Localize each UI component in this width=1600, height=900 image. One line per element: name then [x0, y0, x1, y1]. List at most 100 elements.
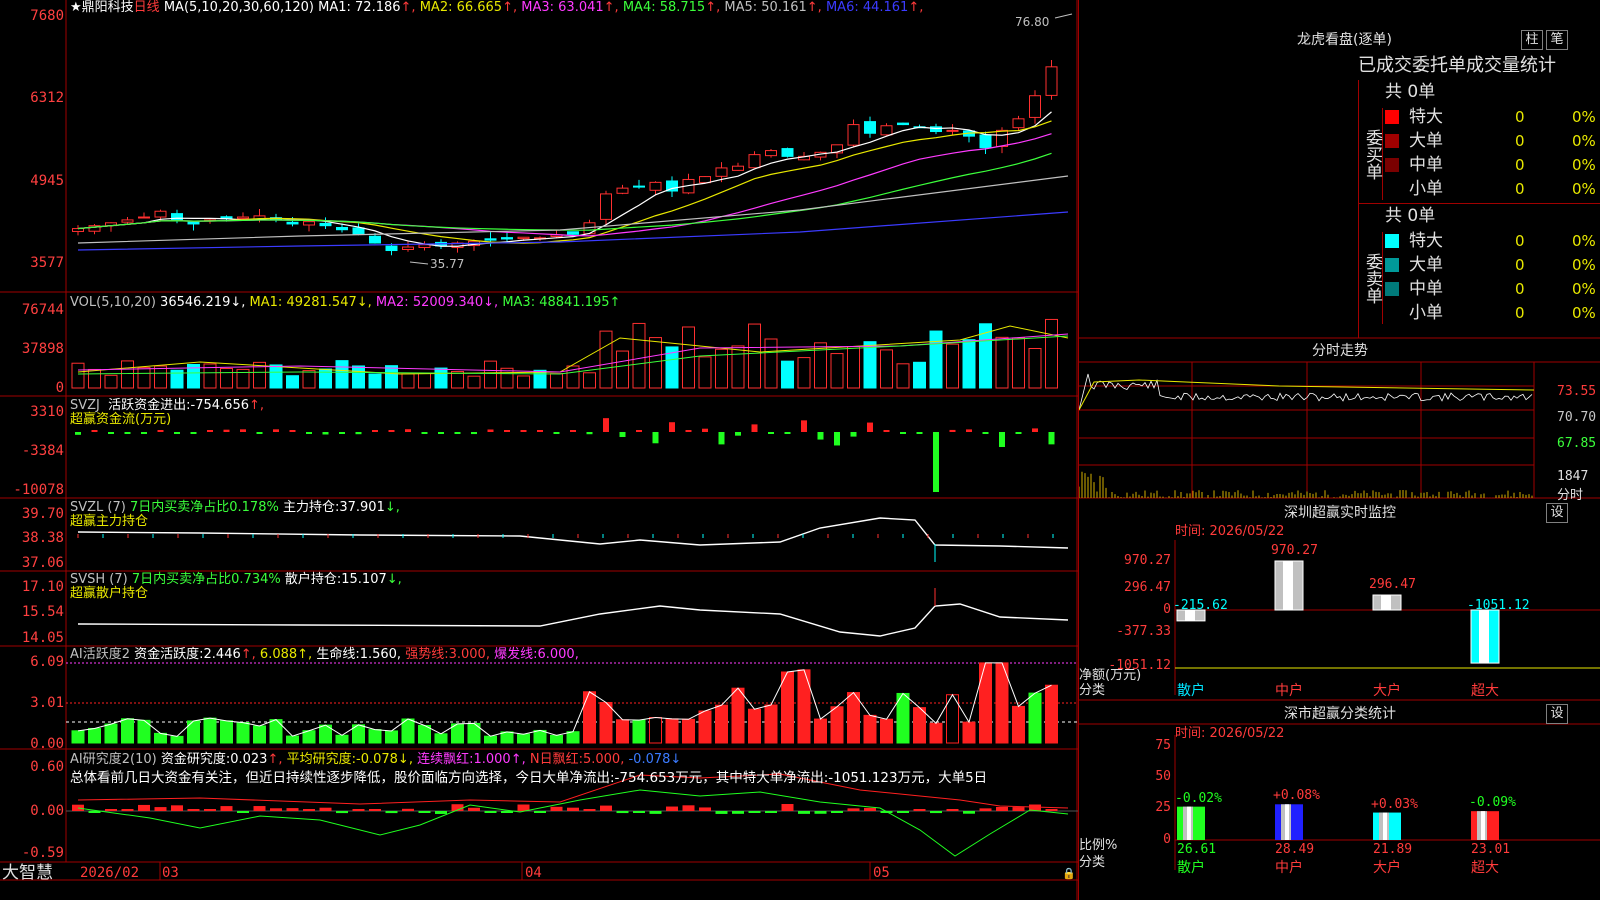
fund-flow-bar	[652, 432, 659, 444]
order-count: 0	[1515, 232, 1525, 250]
order-type-label: 特大	[1409, 107, 1443, 127]
research-bar	[72, 804, 84, 811]
fund-flow-bar	[207, 430, 213, 432]
fund-flow-bar	[421, 432, 428, 434]
volume-bar	[517, 375, 530, 389]
lock-icon[interactable]: 🔒	[1062, 866, 1076, 882]
activity-bar	[962, 721, 976, 744]
research-bar	[154, 807, 167, 811]
volume-bar	[632, 322, 646, 389]
ma-legend-item: MA5: 50.161	[724, 0, 807, 15]
volume-bar	[979, 323, 992, 389]
research-bar	[600, 805, 612, 811]
research-bar	[286, 808, 299, 811]
volume-bar	[286, 375, 299, 389]
date-tick: 03	[162, 865, 179, 881]
order-row: 中单 0 0%	[1385, 278, 1600, 300]
research-bar	[270, 808, 282, 811]
class-category-label: 中户	[1275, 860, 1303, 876]
tick-mode-button[interactable]: 笔	[1546, 30, 1568, 50]
high-pointer	[1054, 13, 1073, 19]
ai-research-header: AI研究度2(10) 资金研究度:0.023↑, 平均研究度:-0.078↓, …	[70, 752, 682, 767]
sell-order-section: 委卖单 共 0单 特大 0 0% 大单 0 0% 中单 0 0% 小单 0 0%	[1359, 204, 1600, 338]
candle-body	[121, 219, 134, 223]
fund-flow-bar	[619, 432, 626, 437]
fund-flow-bar	[685, 430, 692, 432]
activity-bar	[484, 735, 497, 744]
order-color-swatch	[1385, 158, 1399, 172]
fund-flow-bar	[108, 432, 114, 434]
order-color-swatch	[1385, 110, 1399, 124]
fund-flow-bar	[900, 432, 906, 434]
research-bar	[864, 807, 876, 811]
candle-body	[979, 134, 992, 149]
research-bar	[484, 811, 497, 813]
fund-flow-bar	[174, 432, 180, 434]
order-stats-table: 委买单 共 0单 特大 0 0% 大单 0 0% 中单 0 0% 小单 0 0% 委卖单 共 0单 特…	[1358, 80, 1600, 338]
activity-bar	[847, 692, 860, 744]
candle-body	[880, 125, 893, 136]
order-pct: 0%	[1572, 256, 1596, 274]
candle-body	[187, 221, 200, 225]
order-row: 大单 0 0%	[1385, 130, 1600, 152]
svzl-y-tick: 37.06	[21, 555, 64, 571]
activity-bar	[979, 662, 992, 744]
activity-bar	[154, 732, 167, 744]
candle-body	[72, 228, 84, 232]
candle-body	[517, 236, 530, 240]
high-price-label: 76.80	[1015, 15, 1050, 29]
intraday-y-tick: 70.70	[1557, 410, 1597, 425]
order-type-label: 中单	[1409, 155, 1443, 175]
monitor-category-label: 大户	[1373, 683, 1401, 699]
volume-bar	[418, 372, 431, 389]
candle-body	[781, 148, 794, 157]
order-color-swatch	[1385, 134, 1399, 148]
sz-monitor-settings-button[interactable]: 设	[1546, 503, 1568, 523]
fund-flow-bar	[75, 432, 81, 435]
activity-bar	[170, 735, 184, 744]
research-bar	[336, 811, 348, 814]
bar-mode-button[interactable]: 柱	[1521, 30, 1543, 50]
candle-body	[418, 244, 431, 248]
buy-order-section: 委买单 共 0单 特大 0 0% 大单 0 0% 中单 0 0% 小单 0 0%	[1359, 80, 1600, 204]
research-bar	[567, 807, 579, 811]
research-bar	[682, 805, 695, 811]
class-bar-highlight	[1187, 806, 1191, 840]
activity-bar	[632, 719, 646, 744]
volume-bar	[781, 360, 794, 389]
vol-panel-header: VOL(5,10,20) 36546.219↓, MA1: 49281.547↓…	[70, 295, 621, 310]
fund-flow-bar	[520, 430, 527, 432]
activity-bar	[863, 714, 877, 744]
ma-params: MA(5,10,20,30,60,120)	[163, 0, 314, 15]
volume-bar	[368, 373, 382, 389]
class-category-label: 散户	[1177, 860, 1205, 876]
order-pct: 0%	[1572, 156, 1596, 174]
main-chart-area[interactable]: ★鼎阳科技日线 MA(5,10,20,30,60,120) MA1: 72.18…	[0, 0, 1078, 900]
activity-bar	[830, 706, 844, 744]
period-label[interactable]: 日线	[134, 0, 160, 15]
fund-flow-bar	[438, 432, 444, 434]
volume-bar	[946, 343, 959, 389]
research-bar	[204, 809, 216, 811]
fund-flow-bar	[883, 430, 890, 432]
stock-name[interactable]: 鼎阳科技	[82, 0, 134, 15]
research-bar	[732, 811, 744, 814]
volume-bar	[1045, 318, 1058, 389]
candle-body	[484, 238, 497, 241]
activity-bar	[880, 718, 893, 744]
order-count: 0	[1515, 180, 1525, 198]
volume-bar	[121, 360, 134, 389]
sz-class-settings-button[interactable]: 设	[1546, 704, 1568, 724]
fund-flow-bar	[487, 429, 494, 432]
volume-bar	[533, 369, 547, 389]
intraday-y-tick: 73.55	[1557, 384, 1597, 399]
research-bar	[352, 809, 365, 811]
volume-bar	[764, 338, 778, 389]
activity-bar	[913, 707, 926, 744]
date-tick: 2026/02	[80, 865, 140, 881]
svzj-y-tick: 3310	[30, 404, 64, 420]
intraday-price-line	[1079, 373, 1533, 411]
sz-monitor-y-tick: 970.27	[1124, 553, 1171, 568]
buy-total: 共 0单	[1385, 82, 1436, 102]
svsh-subtitle: 超赢散户持仓	[70, 586, 149, 601]
